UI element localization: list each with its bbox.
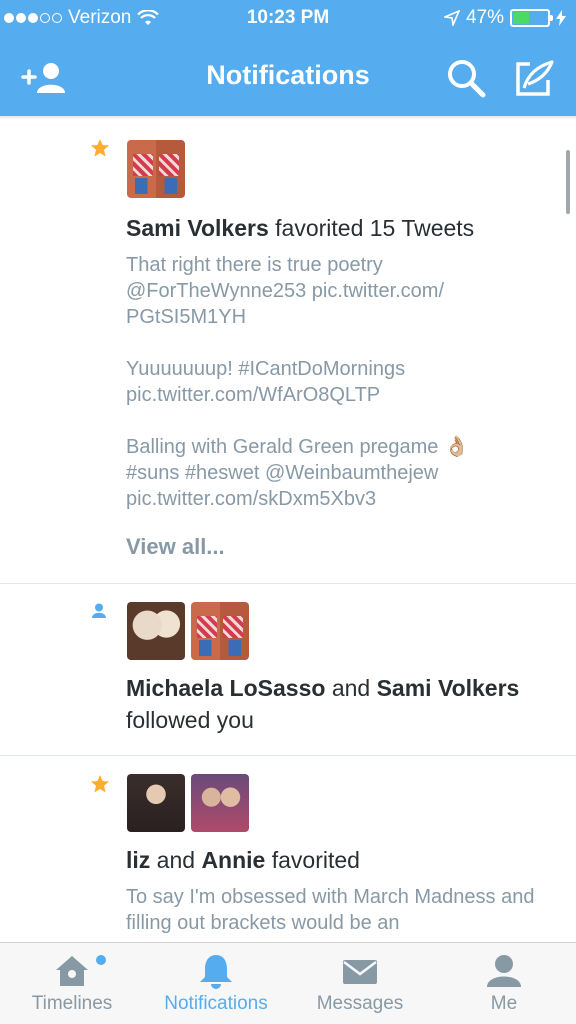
envelope-icon bbox=[343, 960, 377, 984]
home-icon bbox=[56, 956, 88, 986]
nav-bar: Notifications bbox=[0, 38, 576, 116]
battery-icon bbox=[510, 9, 553, 27]
avatar[interactable] bbox=[127, 602, 185, 660]
avatar[interactable] bbox=[191, 602, 249, 660]
status-right: 47% bbox=[443, 7, 566, 29]
notification-title: liz and Annie favorited bbox=[126, 844, 556, 876]
avatar[interactable] bbox=[127, 140, 185, 198]
avatar[interactable] bbox=[191, 774, 249, 832]
tweet-preview[interactable]: That right there is true poetry @ForTheW… bbox=[126, 252, 526, 330]
compose-button[interactable] bbox=[510, 56, 558, 100]
compose-icon bbox=[516, 60, 554, 96]
notification-action: favorited bbox=[271, 847, 360, 873]
tab-messages[interactable]: Messages bbox=[288, 943, 432, 1024]
avatar-group bbox=[127, 140, 185, 198]
tab-notifications[interactable]: Notifications bbox=[144, 943, 288, 1024]
actor-name[interactable]: Michaela LoSasso bbox=[126, 675, 325, 701]
view-all-link[interactable]: View all... bbox=[126, 534, 225, 560]
header: Verizon 10:23 PM 47% Notifications bbox=[0, 0, 576, 116]
tab-label: Timelines bbox=[31, 993, 113, 1014]
actor-name[interactable]: liz bbox=[126, 847, 150, 873]
search-icon bbox=[448, 60, 486, 98]
notification-title: Sami Volkers favorited 15 Tweets bbox=[126, 212, 546, 244]
star-icon bbox=[91, 139, 109, 157]
search-button[interactable] bbox=[442, 56, 490, 100]
tab-me[interactable]: Me bbox=[432, 943, 576, 1024]
conjunction: and bbox=[156, 847, 196, 873]
actor-name[interactable]: Annie bbox=[201, 847, 265, 873]
avatar[interactable] bbox=[127, 774, 185, 832]
notification-item[interactable]: Michaela LoSasso and Sami Volkers follow… bbox=[0, 584, 576, 756]
tweet-preview[interactable]: To say I'm obsessed with March Madness a… bbox=[126, 884, 556, 936]
notification-action: followed you bbox=[126, 707, 254, 733]
notification-item[interactable]: liz and Annie favorited To say I'm obses… bbox=[0, 756, 576, 942]
tab-bar: Timelines Notifications Messages Me bbox=[0, 942, 576, 1024]
notification-title: Michaela LoSasso and Sami Volkers follow… bbox=[126, 672, 556, 736]
tab-timelines[interactable]: Timelines bbox=[0, 943, 144, 1024]
notification-item[interactable]: Sami Volkers favorited 15 Tweets That ri… bbox=[0, 120, 576, 584]
person-icon bbox=[487, 955, 521, 987]
tweet-preview[interactable]: Balling with Gerald Green pregame 👌🏼 #su… bbox=[126, 434, 526, 512]
actor-name[interactable]: Sami Volkers bbox=[126, 215, 269, 241]
follow-person-icon bbox=[92, 603, 106, 618]
actor-name[interactable]: Sami Volkers bbox=[377, 675, 520, 701]
star-icon bbox=[91, 775, 109, 793]
tab-label: Messages bbox=[316, 993, 404, 1014]
tab-label: Notifications bbox=[164, 993, 268, 1014]
scrollbar[interactable] bbox=[566, 150, 570, 214]
tab-label: Me bbox=[490, 993, 518, 1014]
notifications-list[interactable]: Sami Volkers favorited 15 Tweets That ri… bbox=[0, 116, 576, 942]
tweet-preview[interactable]: Yuuuuuuup! #ICantDoMornings pic.twitter.… bbox=[126, 356, 526, 408]
avatar-group bbox=[127, 774, 249, 832]
conjunction: and bbox=[331, 675, 371, 701]
unread-dot bbox=[96, 955, 106, 965]
notification-action: favorited 15 Tweets bbox=[275, 215, 475, 241]
status-bar: Verizon 10:23 PM 47% bbox=[0, 0, 576, 38]
charging-icon bbox=[556, 10, 566, 26]
avatar-group bbox=[127, 602, 249, 660]
battery-percent: 47% bbox=[465, 7, 504, 28]
bell-icon bbox=[200, 955, 232, 989]
location-arrow-icon bbox=[443, 10, 460, 26]
